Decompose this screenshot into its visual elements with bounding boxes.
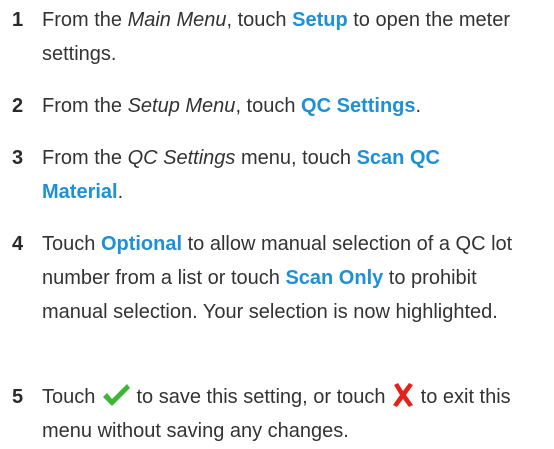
step-text-segment: From the: [42, 95, 128, 117]
step-text: Touch to save this setting, or touch to …: [42, 380, 522, 448]
step-text-segment: , touch: [235, 95, 302, 117]
menu-name: Main Menu: [127, 9, 227, 31]
qc-settings-keyword: QC Settings: [301, 95, 416, 117]
step-number: 5: [12, 386, 24, 408]
setup-keyword: Setup: [292, 9, 348, 31]
step-text-segment: From the: [42, 9, 128, 31]
step-text-segment: Touch: [42, 233, 101, 255]
instruction-steps: 1 From the Main Menu, touch Setup to ope…: [0, 0, 554, 449]
step-text-segment: menu, touch: [235, 147, 357, 169]
menu-name: Setup Menu: [127, 95, 236, 117]
step-text-segment: Touch: [42, 386, 101, 408]
step-text-segment: , touch: [226, 9, 293, 31]
step-text-segment: .: [117, 181, 124, 203]
x-icon: [391, 382, 415, 408]
step-text-segment: .: [415, 95, 422, 117]
step-number: 1: [12, 9, 24, 31]
optional-keyword: Optional: [100, 233, 183, 255]
scan-only-keyword: Scan Only: [285, 267, 384, 289]
step-number: 2: [12, 95, 24, 117]
step-number: 4: [12, 233, 24, 255]
step-text: Touch Optional to allow manual selection…: [42, 227, 522, 329]
check-icon: [101, 382, 131, 408]
step-text: From the Main Menu, touch Setup to open …: [42, 3, 522, 71]
step-text-segment: to save this setting, or touch: [130, 386, 392, 408]
step-number: 3: [12, 147, 24, 169]
step-text-segment: From the: [42, 147, 128, 169]
step-text: From the Setup Menu, touch QC Settings.: [42, 89, 542, 123]
menu-name: QC Settings: [127, 147, 236, 169]
step-text: From the QC Settings menu, touch Scan QC…: [42, 141, 520, 209]
